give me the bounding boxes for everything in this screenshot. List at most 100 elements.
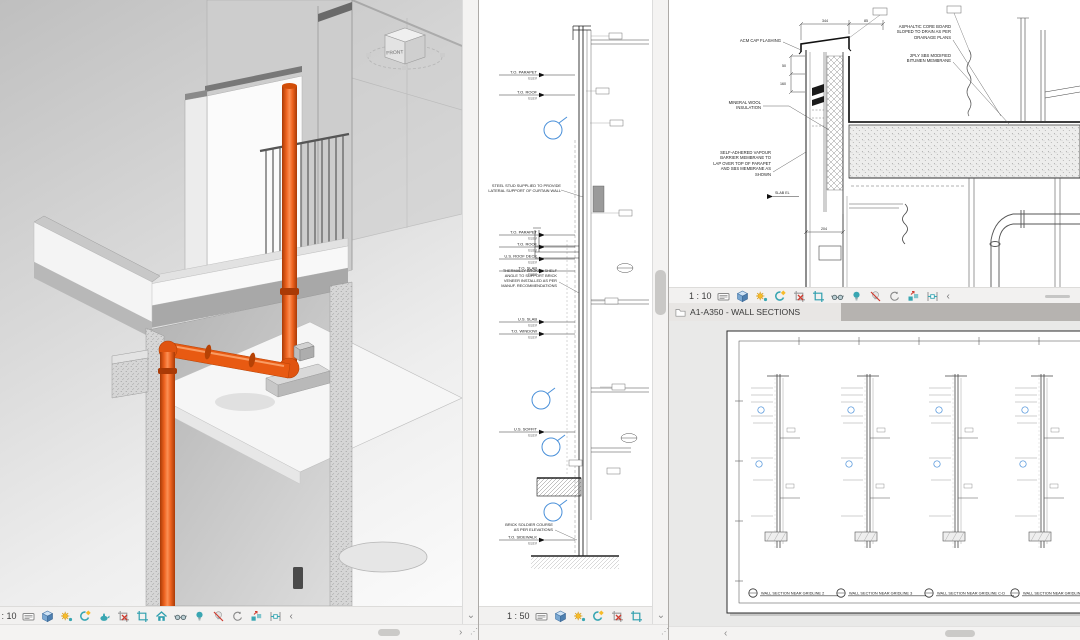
- shadows-icon[interactable]: [592, 609, 606, 623]
- detail-level-icon[interactable]: [717, 289, 731, 303]
- undo-view-icon[interactable]: [888, 289, 902, 303]
- scroll-down-arrow-icon[interactable]: ⌄: [653, 609, 669, 624]
- tab-sheet-a1-a350[interactable]: A1-A350 - WALL SECTIONS: [669, 303, 841, 321]
- sheet-view-hscrollbar[interactable]: ‹: [669, 626, 1080, 640]
- svg-text:T.O. ROOF: T.O. ROOF: [517, 90, 538, 95]
- sheet-icon: [675, 307, 686, 317]
- annotation-acm-cap: ACM CAP FLASHING: [697, 38, 781, 43]
- crop-region-icon[interactable]: [812, 289, 826, 303]
- svg-text:ELEV: ELEV: [528, 261, 537, 265]
- displacement-set-icon[interactable]: [907, 289, 921, 303]
- note-soldier-course: BRICK SOLDIER COURSE AS PER ELEVATIONS: [483, 522, 553, 532]
- svg-text:T.O. WINDOW: T.O. WINDOW: [511, 329, 537, 334]
- crop-region-icon[interactable]: [136, 609, 150, 623]
- 3d-view-canvas[interactable]: FRONT: [0, 0, 462, 606]
- displacement-set-icon[interactable]: [250, 609, 264, 623]
- vscroll-thumb[interactable]: [655, 270, 666, 315]
- scroll-down-arrow-icon[interactable]: ⌄: [463, 609, 479, 624]
- reveal-hidden-elements-icon[interactable]: [850, 289, 864, 303]
- detail-level-icon[interactable]: [22, 609, 36, 623]
- resize-grip: ⋰: [661, 627, 668, 636]
- crop-view-off-icon[interactable]: [793, 289, 807, 303]
- svg-text:204: 204: [821, 227, 827, 231]
- scale-button[interactable]: 1 : 50: [507, 611, 530, 621]
- shadows-icon[interactable]: [774, 289, 788, 303]
- section-view-vscrollbar[interactable]: ⌄: [652, 0, 669, 624]
- sheet-view-canvas[interactable]: WALL SECTION NEAR GRIDLINE 2 WALL SECTIO…: [669, 321, 1080, 626]
- svg-text:T.O. PARAPET: T.O. PARAPET: [510, 70, 537, 75]
- collapse-bar-icon[interactable]: ‹: [945, 291, 952, 302]
- sun-path-icon[interactable]: [60, 609, 74, 623]
- crop-view-off-icon[interactable]: [611, 609, 625, 623]
- left-parapet: [34, 216, 160, 338]
- scroll-right-arrow-icon[interactable]: ›: [459, 626, 462, 639]
- detail-callouts[interactable]: [532, 117, 567, 521]
- svg-text:50: 50: [782, 64, 786, 68]
- svg-text:160: 160: [780, 82, 786, 86]
- visual-style-icon[interactable]: [41, 609, 55, 623]
- hscroll-thumb[interactable]: [945, 630, 975, 637]
- keynote-tags: [569, 33, 632, 474]
- temporary-view-properties-icon[interactable]: [869, 289, 883, 303]
- spot-elevations: T.O. PARAPETELEV T.O. ROOFELEV T.O. PARA…: [499, 70, 575, 546]
- note-shelf-angle: THERMALLY BROKEN SHELF ANGLE TO SUPPORT …: [493, 268, 557, 288]
- 3d-view-hscrollbar[interactable]: › ⋰: [0, 624, 478, 640]
- detail-level-icon[interactable]: [535, 609, 549, 623]
- svg-text:344: 344: [822, 19, 828, 23]
- svg-text:ELEV: ELEV: [528, 336, 537, 340]
- revit-window: FRONT ⌄ 1 : 10 ‹ › ⋰: [0, 0, 1080, 640]
- temporary-hide-isolate-icon[interactable]: [831, 289, 845, 303]
- wall-section-drawing: T.O. PARAPETELEV T.O. ROOFELEV T.O. PARA…: [479, 0, 652, 606]
- section-view-hscrollbar[interactable]: ⋰: [479, 624, 669, 640]
- round-table: [339, 542, 427, 572]
- svg-text:U.S. SLAB: U.S. SLAB: [518, 317, 537, 322]
- resize-grip[interactable]: ⋰: [470, 627, 477, 636]
- detail-view-canvas[interactable]: 344 85 50 160 204: [669, 0, 1080, 287]
- temporary-hide-isolate-icon[interactable]: [174, 609, 188, 623]
- scroll-left-arrow-icon[interactable]: ‹: [724, 627, 727, 640]
- electrical-box: [293, 567, 303, 589]
- svg-text:WALL SECTION NEAR GRIDLINE 6: WALL SECTION NEAR GRIDLINE 6: [1023, 591, 1080, 596]
- visual-style-icon[interactable]: [554, 609, 568, 623]
- 3d-view-control-bar: 1 : 10 ‹: [0, 606, 462, 625]
- section-view-canvas[interactable]: T.O. PARAPETELEV T.O. ROOFELEV T.O. PARA…: [479, 0, 652, 606]
- svg-text:T.O. SIDEWALK: T.O. SIDEWALK: [508, 535, 537, 540]
- scale-button[interactable]: 1 : 10: [689, 291, 712, 301]
- reveal-constraints-icon[interactable]: [269, 609, 283, 623]
- crop-view-off-icon[interactable]: [117, 609, 131, 623]
- svg-text:ELEV: ELEV: [528, 249, 537, 253]
- svg-text:ELEV: ELEV: [528, 324, 537, 328]
- collapse-bar-icon[interactable]: ‹: [288, 611, 295, 622]
- svg-text:ELEV: ELEV: [528, 97, 537, 101]
- undo-view-icon[interactable]: [231, 609, 245, 623]
- sheet-drawing: WALL SECTION NEAR GRIDLINE 2 WALL SECTIO…: [669, 321, 1080, 626]
- temporary-view-properties-icon[interactable]: [212, 609, 226, 623]
- svg-text:WALL SECTION NEAR GRIDLINE 3: WALL SECTION NEAR GRIDLINE 3: [849, 591, 912, 596]
- home-orientation-icon[interactable]: [155, 609, 169, 623]
- scale-button[interactable]: 1 : 10: [0, 611, 17, 621]
- sun-path-icon[interactable]: [755, 289, 769, 303]
- svg-text:U.S. ROOF DECK: U.S. ROOF DECK: [504, 254, 537, 259]
- visual-style-icon[interactable]: [736, 289, 750, 303]
- svg-text:T.O. ROOF: T.O. ROOF: [517, 242, 538, 247]
- sun-path-icon[interactable]: [573, 609, 587, 623]
- annotation-vapour-barrier: SELF-ADHERED VAPOUR BARRIER MEMBRANE TO …: [685, 150, 771, 177]
- 3d-view-vscrollbar[interactable]: ⌄: [462, 0, 479, 624]
- sprinkler-pipe: [990, 210, 1080, 287]
- reveal-hidden-elements-icon[interactable]: [193, 609, 207, 623]
- bar-scroll-thumb[interactable]: [1045, 295, 1070, 298]
- hscroll-thumb[interactable]: [378, 629, 400, 636]
- wall-stub: [112, 350, 148, 398]
- shadows-icon[interactable]: [79, 609, 93, 623]
- view-tab-bar: A1-A350 - WALL SECTIONS: [669, 303, 1080, 321]
- reveal-constraints-icon[interactable]: [926, 289, 940, 303]
- svg-text:85: 85: [864, 19, 868, 23]
- viewcube-front-label: FRONT: [386, 49, 404, 56]
- svg-text:ELEV: ELEV: [528, 542, 537, 546]
- show-rendering-icon[interactable]: [98, 609, 112, 623]
- tab-label: A1-A350 - WALL SECTIONS: [690, 307, 800, 317]
- svg-text:ELEV: ELEV: [528, 237, 537, 241]
- svg-text:SLAB EL: SLAB EL: [775, 191, 790, 195]
- crop-region-icon[interactable]: [630, 609, 644, 623]
- svg-text:ELEV: ELEV: [528, 77, 537, 81]
